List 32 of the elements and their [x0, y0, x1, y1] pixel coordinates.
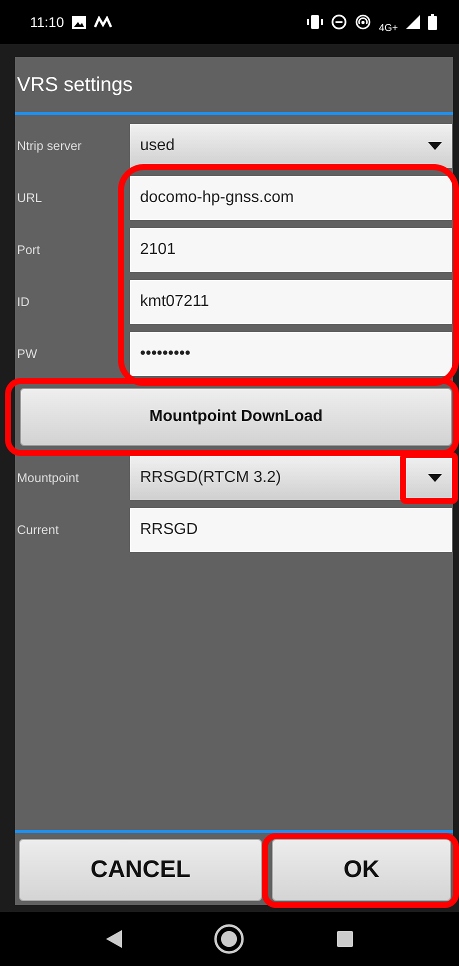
dialog-title: VRS settings: [16, 72, 134, 98]
back-icon[interactable]: [106, 930, 122, 948]
hotspot-icon: [354, 14, 371, 30]
battery-icon: [428, 14, 437, 30]
field-label: PW: [16, 346, 38, 363]
image-icon: [72, 16, 86, 28]
do-not-disturb-icon: [330, 14, 347, 30]
field-label: Current: [16, 522, 60, 539]
dropdown[interactable]: used: [130, 124, 452, 168]
status-time: 11:10: [30, 12, 64, 32]
recents-icon[interactable]: [336, 931, 353, 947]
signal-icon: [406, 15, 420, 29]
caret-icon: [428, 142, 442, 150]
caret-icon: [428, 474, 442, 482]
field-label: Port: [16, 242, 41, 259]
input-field[interactable]: •••••••••: [130, 332, 452, 376]
field-label: Mountpoint: [16, 470, 80, 487]
download-button[interactable]: Mountpoint DownLoad: [20, 388, 452, 446]
input-field[interactable]: kmt07211: [130, 280, 452, 324]
dropdown[interactable]: RRSGD(RTCM 3.2): [130, 456, 452, 500]
network-type: 4G+: [378, 22, 398, 36]
dialog-button[interactable]: OK: [272, 839, 451, 901]
input-field[interactable]: 2101: [130, 228, 452, 272]
input-field[interactable]: RRSGD: [130, 508, 452, 552]
dialog-button[interactable]: CANCEL: [19, 839, 262, 901]
home-icon[interactable]: [214, 924, 244, 954]
field-label: ID: [16, 294, 30, 311]
vibrate-icon: [306, 15, 323, 29]
input-field[interactable]: docomo-hp-gnss.com: [130, 176, 452, 220]
field-label: URL: [16, 190, 44, 207]
field-label: Ntrip server: [16, 138, 83, 155]
mountain-icon: [94, 16, 112, 28]
